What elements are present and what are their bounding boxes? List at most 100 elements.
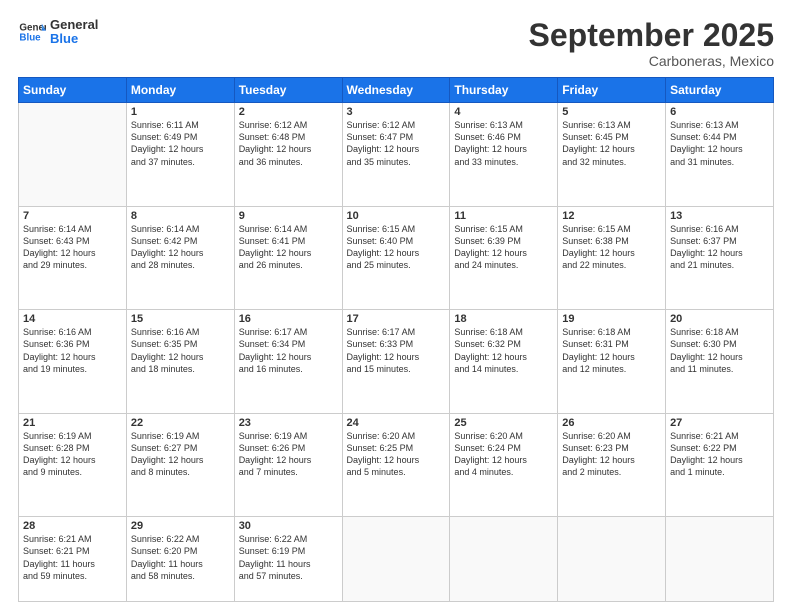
day-number: 16 — [239, 313, 338, 325]
day-info: Sunrise: 6:20 AM Sunset: 6:25 PM Dayligh… — [347, 430, 446, 479]
calendar-cell: 30Sunrise: 6:22 AM Sunset: 6:19 PM Dayli… — [234, 517, 342, 602]
subtitle: Carboneras, Mexico — [529, 53, 774, 69]
page: General Blue General Blue September 2025… — [0, 0, 792, 612]
calendar-week-row: 28Sunrise: 6:21 AM Sunset: 6:21 PM Dayli… — [19, 517, 774, 602]
day-info: Sunrise: 6:16 AM Sunset: 6:36 PM Dayligh… — [23, 326, 122, 375]
calendar-cell: 9Sunrise: 6:14 AM Sunset: 6:41 PM Daylig… — [234, 206, 342, 310]
day-info: Sunrise: 6:22 AM Sunset: 6:19 PM Dayligh… — [239, 533, 338, 582]
month-title: September 2025 — [529, 18, 774, 53]
calendar-cell: 5Sunrise: 6:13 AM Sunset: 6:45 PM Daylig… — [558, 103, 666, 207]
calendar-header-wednesday: Wednesday — [342, 78, 450, 103]
calendar-cell: 7Sunrise: 6:14 AM Sunset: 6:43 PM Daylig… — [19, 206, 127, 310]
day-number: 13 — [670, 210, 769, 222]
day-info: Sunrise: 6:21 AM Sunset: 6:22 PM Dayligh… — [670, 430, 769, 479]
logo-blue: Blue — [50, 32, 98, 46]
day-info: Sunrise: 6:16 AM Sunset: 6:35 PM Dayligh… — [131, 326, 230, 375]
calendar-header-tuesday: Tuesday — [234, 78, 342, 103]
day-info: Sunrise: 6:13 AM Sunset: 6:44 PM Dayligh… — [670, 119, 769, 168]
day-number: 14 — [23, 313, 122, 325]
day-number: 8 — [131, 210, 230, 222]
day-info: Sunrise: 6:19 AM Sunset: 6:26 PM Dayligh… — [239, 430, 338, 479]
calendar-header-monday: Monday — [126, 78, 234, 103]
day-info: Sunrise: 6:18 AM Sunset: 6:32 PM Dayligh… — [454, 326, 553, 375]
calendar-cell: 17Sunrise: 6:17 AM Sunset: 6:33 PM Dayli… — [342, 310, 450, 414]
calendar-week-row: 21Sunrise: 6:19 AM Sunset: 6:28 PM Dayli… — [19, 413, 774, 517]
calendar-cell: 29Sunrise: 6:22 AM Sunset: 6:20 PM Dayli… — [126, 517, 234, 602]
calendar-cell: 8Sunrise: 6:14 AM Sunset: 6:42 PM Daylig… — [126, 206, 234, 310]
day-number: 21 — [23, 417, 122, 429]
calendar-week-row: 14Sunrise: 6:16 AM Sunset: 6:36 PM Dayli… — [19, 310, 774, 414]
calendar-cell: 4Sunrise: 6:13 AM Sunset: 6:46 PM Daylig… — [450, 103, 558, 207]
day-number: 29 — [131, 520, 230, 532]
header: General Blue General Blue September 2025… — [18, 18, 774, 69]
day-info: Sunrise: 6:11 AM Sunset: 6:49 PM Dayligh… — [131, 119, 230, 168]
calendar-week-row: 1Sunrise: 6:11 AM Sunset: 6:49 PM Daylig… — [19, 103, 774, 207]
calendar-header-thursday: Thursday — [450, 78, 558, 103]
day-number: 9 — [239, 210, 338, 222]
calendar-cell: 3Sunrise: 6:12 AM Sunset: 6:47 PM Daylig… — [342, 103, 450, 207]
calendar-cell: 21Sunrise: 6:19 AM Sunset: 6:28 PM Dayli… — [19, 413, 127, 517]
day-number: 10 — [347, 210, 446, 222]
day-number: 30 — [239, 520, 338, 532]
calendar-cell: 10Sunrise: 6:15 AM Sunset: 6:40 PM Dayli… — [342, 206, 450, 310]
logo: General Blue General Blue — [18, 18, 98, 47]
day-info: Sunrise: 6:21 AM Sunset: 6:21 PM Dayligh… — [23, 533, 122, 582]
day-info: Sunrise: 6:22 AM Sunset: 6:20 PM Dayligh… — [131, 533, 230, 582]
calendar-cell: 16Sunrise: 6:17 AM Sunset: 6:34 PM Dayli… — [234, 310, 342, 414]
day-number: 25 — [454, 417, 553, 429]
calendar-cell: 23Sunrise: 6:19 AM Sunset: 6:26 PM Dayli… — [234, 413, 342, 517]
day-number: 19 — [562, 313, 661, 325]
calendar-cell: 18Sunrise: 6:18 AM Sunset: 6:32 PM Dayli… — [450, 310, 558, 414]
calendar-cell: 19Sunrise: 6:18 AM Sunset: 6:31 PM Dayli… — [558, 310, 666, 414]
day-number: 15 — [131, 313, 230, 325]
day-number: 23 — [239, 417, 338, 429]
calendar-cell: 6Sunrise: 6:13 AM Sunset: 6:44 PM Daylig… — [666, 103, 774, 207]
calendar-cell: 25Sunrise: 6:20 AM Sunset: 6:24 PM Dayli… — [450, 413, 558, 517]
calendar-cell — [558, 517, 666, 602]
logo-icon: General Blue — [18, 18, 46, 46]
day-number: 12 — [562, 210, 661, 222]
day-number: 22 — [131, 417, 230, 429]
day-info: Sunrise: 6:20 AM Sunset: 6:24 PM Dayligh… — [454, 430, 553, 479]
calendar-cell: 26Sunrise: 6:20 AM Sunset: 6:23 PM Dayli… — [558, 413, 666, 517]
calendar-cell: 12Sunrise: 6:15 AM Sunset: 6:38 PM Dayli… — [558, 206, 666, 310]
calendar-cell — [19, 103, 127, 207]
day-info: Sunrise: 6:14 AM Sunset: 6:42 PM Dayligh… — [131, 223, 230, 272]
svg-text:Blue: Blue — [19, 33, 41, 44]
day-number: 2 — [239, 106, 338, 118]
calendar-header-row: SundayMondayTuesdayWednesdayThursdayFrid… — [19, 78, 774, 103]
day-info: Sunrise: 6:20 AM Sunset: 6:23 PM Dayligh… — [562, 430, 661, 479]
calendar-header-saturday: Saturday — [666, 78, 774, 103]
day-info: Sunrise: 6:14 AM Sunset: 6:43 PM Dayligh… — [23, 223, 122, 272]
title-area: September 2025 Carboneras, Mexico — [529, 18, 774, 69]
day-number: 17 — [347, 313, 446, 325]
day-info: Sunrise: 6:15 AM Sunset: 6:38 PM Dayligh… — [562, 223, 661, 272]
calendar-cell: 22Sunrise: 6:19 AM Sunset: 6:27 PM Dayli… — [126, 413, 234, 517]
calendar-cell: 27Sunrise: 6:21 AM Sunset: 6:22 PM Dayli… — [666, 413, 774, 517]
calendar-cell: 13Sunrise: 6:16 AM Sunset: 6:37 PM Dayli… — [666, 206, 774, 310]
calendar-cell: 14Sunrise: 6:16 AM Sunset: 6:36 PM Dayli… — [19, 310, 127, 414]
calendar-cell: 20Sunrise: 6:18 AM Sunset: 6:30 PM Dayli… — [666, 310, 774, 414]
day-number: 11 — [454, 210, 553, 222]
day-info: Sunrise: 6:19 AM Sunset: 6:27 PM Dayligh… — [131, 430, 230, 479]
day-number: 7 — [23, 210, 122, 222]
calendar-header-friday: Friday — [558, 78, 666, 103]
calendar-cell: 11Sunrise: 6:15 AM Sunset: 6:39 PM Dayli… — [450, 206, 558, 310]
day-info: Sunrise: 6:13 AM Sunset: 6:45 PM Dayligh… — [562, 119, 661, 168]
day-info: Sunrise: 6:17 AM Sunset: 6:34 PM Dayligh… — [239, 326, 338, 375]
day-info: Sunrise: 6:13 AM Sunset: 6:46 PM Dayligh… — [454, 119, 553, 168]
calendar-cell — [342, 517, 450, 602]
day-info: Sunrise: 6:14 AM Sunset: 6:41 PM Dayligh… — [239, 223, 338, 272]
calendar-table: SundayMondayTuesdayWednesdayThursdayFrid… — [18, 77, 774, 602]
day-number: 5 — [562, 106, 661, 118]
day-number: 6 — [670, 106, 769, 118]
calendar-cell — [450, 517, 558, 602]
day-number: 24 — [347, 417, 446, 429]
calendar-cell: 2Sunrise: 6:12 AM Sunset: 6:48 PM Daylig… — [234, 103, 342, 207]
calendar-header-sunday: Sunday — [19, 78, 127, 103]
day-number: 18 — [454, 313, 553, 325]
calendar-cell: 1Sunrise: 6:11 AM Sunset: 6:49 PM Daylig… — [126, 103, 234, 207]
calendar-cell: 15Sunrise: 6:16 AM Sunset: 6:35 PM Dayli… — [126, 310, 234, 414]
logo-general: General — [50, 18, 98, 32]
day-number: 27 — [670, 417, 769, 429]
